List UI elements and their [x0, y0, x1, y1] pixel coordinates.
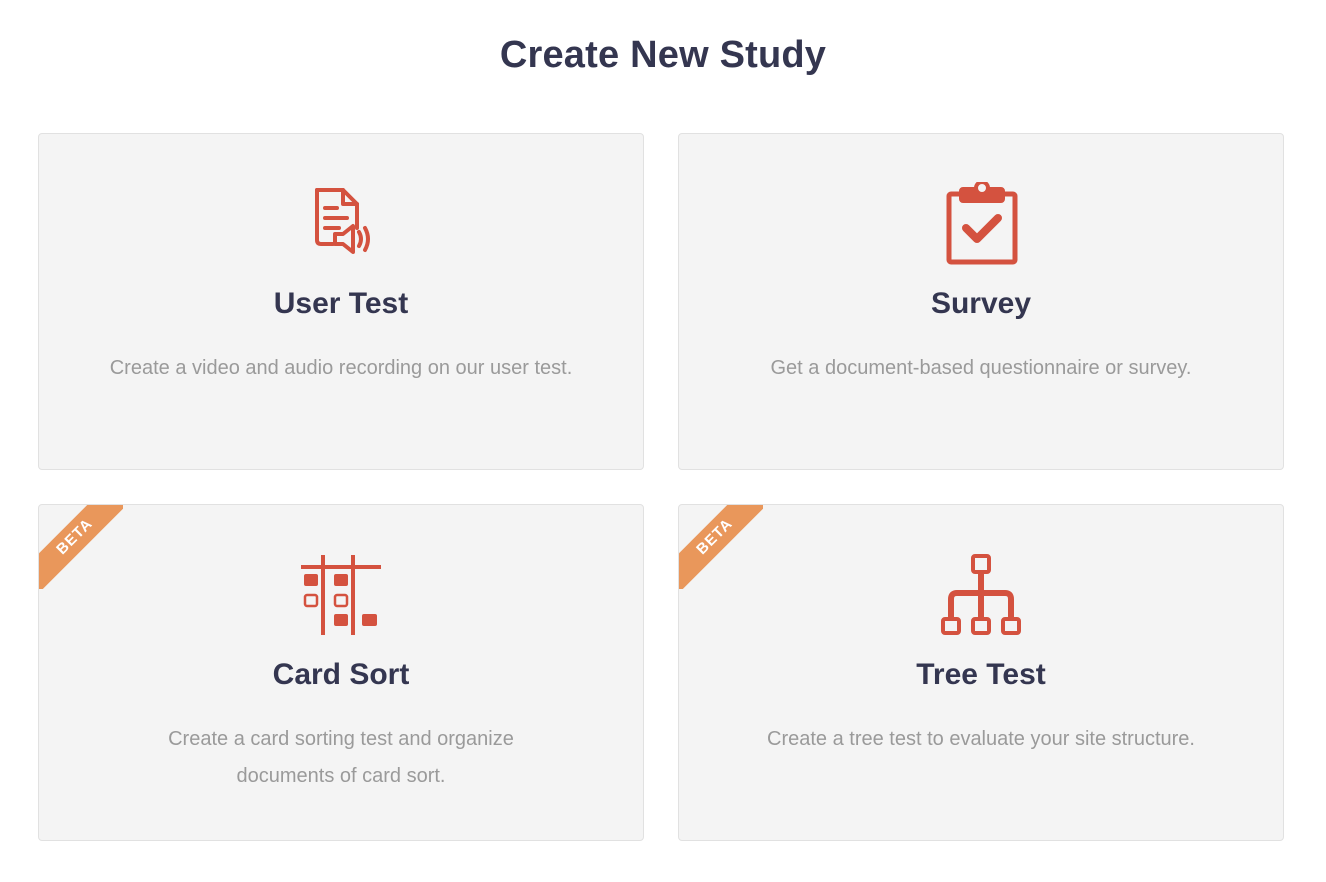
- card-title: Tree Test: [916, 658, 1046, 691]
- beta-label: BETA: [679, 505, 763, 589]
- beta-label: BETA: [39, 505, 123, 589]
- clipboard-check-icon: [939, 182, 1023, 266]
- card-description: Create a video and audio recording on ou…: [109, 357, 573, 379]
- beta-ribbon: BETA: [39, 505, 123, 589]
- study-option-tree-test[interactable]: BETA Tree Test Create a tree test to eva…: [678, 504, 1284, 841]
- card-description: Create a card sorting test and organize …: [168, 728, 514, 787]
- card-description: Get a document-based questionnaire or su…: [770, 357, 1192, 379]
- create-study-page: Create New Study User Test Create a vide…: [0, 0, 1326, 882]
- document-audio-icon: [299, 182, 383, 266]
- card-title: Survey: [930, 287, 1032, 320]
- study-option-user-test[interactable]: User Test Create a video and audio recor…: [38, 133, 644, 470]
- page-title: Create New Study: [499, 34, 827, 76]
- study-option-survey[interactable]: Survey Get a document-based questionnair…: [678, 133, 1284, 470]
- beta-ribbon: BETA: [679, 505, 763, 589]
- study-option-card-sort[interactable]: BETA Card Sort Create a card sorting tes…: [38, 504, 644, 841]
- card-sort-grid-icon: [299, 553, 383, 637]
- card-title: User Test: [273, 287, 409, 320]
- card-title: Card Sort: [272, 658, 410, 691]
- sitemap-tree-icon: [939, 553, 1023, 637]
- card-description: Create a tree test to evaluate your site…: [767, 728, 1195, 750]
